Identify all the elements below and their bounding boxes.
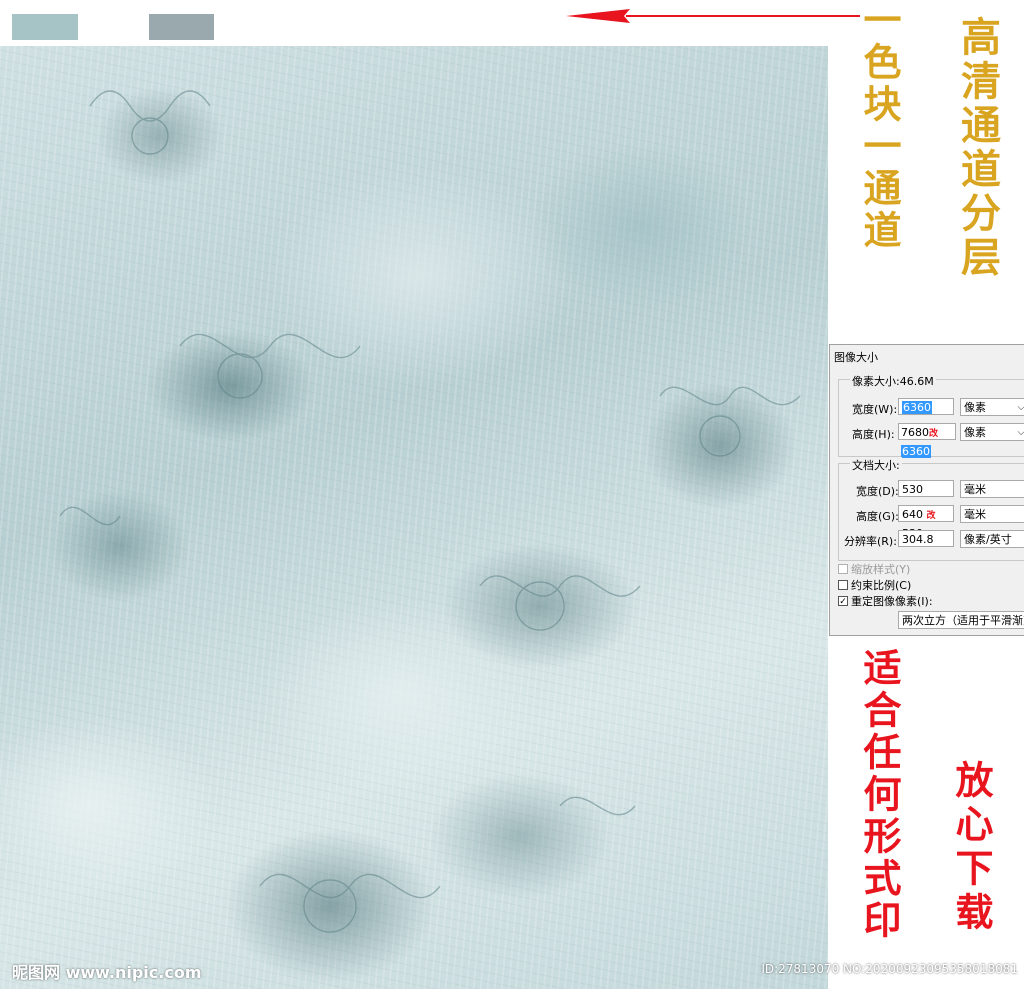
- scale-styles-label: 缩放样式(Y): [851, 563, 911, 576]
- doc-height-unit: 毫米: [964, 508, 986, 521]
- doc-height-label: 高度(G):: [856, 510, 899, 523]
- pixel-height-input[interactable]: 7680改 6360: [898, 423, 956, 458]
- document-size-label: 文档大小:: [850, 457, 902, 473]
- resample-method-value: 两次立方（适用于平滑渐变: [902, 614, 1024, 627]
- floral-ornament-overlay: [59, 90, 801, 933]
- checkmark-icon: ✓: [838, 596, 848, 607]
- chevron-down-icon: ⌵: [1017, 424, 1024, 441]
- doc-height-input[interactable]: 640 改 530: [898, 505, 954, 540]
- pixel-width-input[interactable]: 6360: [898, 398, 954, 415]
- color-swatch-1: [12, 14, 78, 40]
- color-swatch-2: [149, 14, 214, 40]
- resample-image-checkbox[interactable]: ✓ 重定图像像素(I):: [838, 593, 933, 609]
- pixel-height-new: 6360: [901, 445, 931, 458]
- resolution-input[interactable]: 304.8: [898, 530, 954, 547]
- pixel-height-unit-select[interactable]: 像素 ⌵: [960, 423, 1024, 441]
- pixel-size-label: 像素大小:46.6M: [850, 373, 936, 389]
- resample-label: 重定图像像素(I):: [851, 595, 933, 608]
- image-size-dialog: 图像大小 像素大小:46.6M 宽度(W): 6360 像素 ⌵ 高度(H): 7…: [829, 344, 1024, 636]
- chevron-down-icon: ⌵: [1017, 399, 1024, 416]
- annotation-hd-text: 高清通道分层: [954, 16, 1001, 280]
- site-watermark: 昵图网 www.nipic.com: [12, 963, 202, 982]
- doc-height-mark: 改: [926, 511, 936, 521]
- pixel-width-label: 宽度(W):: [852, 403, 898, 416]
- pixel-width-value: 6360: [902, 401, 932, 414]
- doc-width-unit-select[interactable]: 毫米: [960, 480, 1024, 498]
- checkbox-box: [838, 564, 848, 574]
- constrain-proportions-checkbox[interactable]: 约束比例(C): [838, 577, 911, 593]
- checkbox-box: [838, 580, 848, 590]
- doc-width-unit: 毫米: [964, 483, 986, 496]
- resample-method-select[interactable]: 两次立方（适用于平滑渐变: [898, 611, 1024, 629]
- doc-height-old: 640: [902, 508, 923, 521]
- annotation-channel-text: 一色块一通道: [857, 0, 902, 252]
- resolution-unit: 像素/英寸: [964, 533, 1012, 546]
- scale-styles-checkbox[interactable]: 缩放样式(Y): [838, 561, 910, 577]
- pixel-height-unit: 像素: [964, 426, 986, 439]
- doc-height-unit-select[interactable]: 毫米: [960, 505, 1024, 523]
- pixel-height-mark: 改: [929, 429, 939, 439]
- image-id-watermark: ID:27813070 NO:20200923095358018081: [761, 962, 1018, 976]
- pixel-height-label: 高度(H):: [852, 428, 895, 441]
- doc-width-label: 宽度(D):: [856, 485, 899, 498]
- pixel-width-unit-select[interactable]: 像素 ⌵: [960, 398, 1024, 416]
- annotation-print-text: 适合任何形式印: [857, 648, 902, 942]
- annotation-download-text: 放心下载: [949, 760, 994, 936]
- pixel-width-unit: 像素: [964, 401, 986, 414]
- resolution-label: 分辨率(R):: [844, 535, 897, 548]
- seamless-pattern-texture: [0, 46, 828, 989]
- resolution-unit-select[interactable]: 像素/英寸: [960, 530, 1024, 548]
- constrain-label: 约束比例(C): [851, 579, 912, 592]
- dialog-title: 图像大小: [834, 351, 878, 364]
- pixel-size-group: [838, 379, 1024, 457]
- pixel-height-old: 7680: [901, 426, 929, 439]
- red-left-arrow-icon: [566, 9, 860, 23]
- doc-width-input[interactable]: 530: [898, 480, 954, 497]
